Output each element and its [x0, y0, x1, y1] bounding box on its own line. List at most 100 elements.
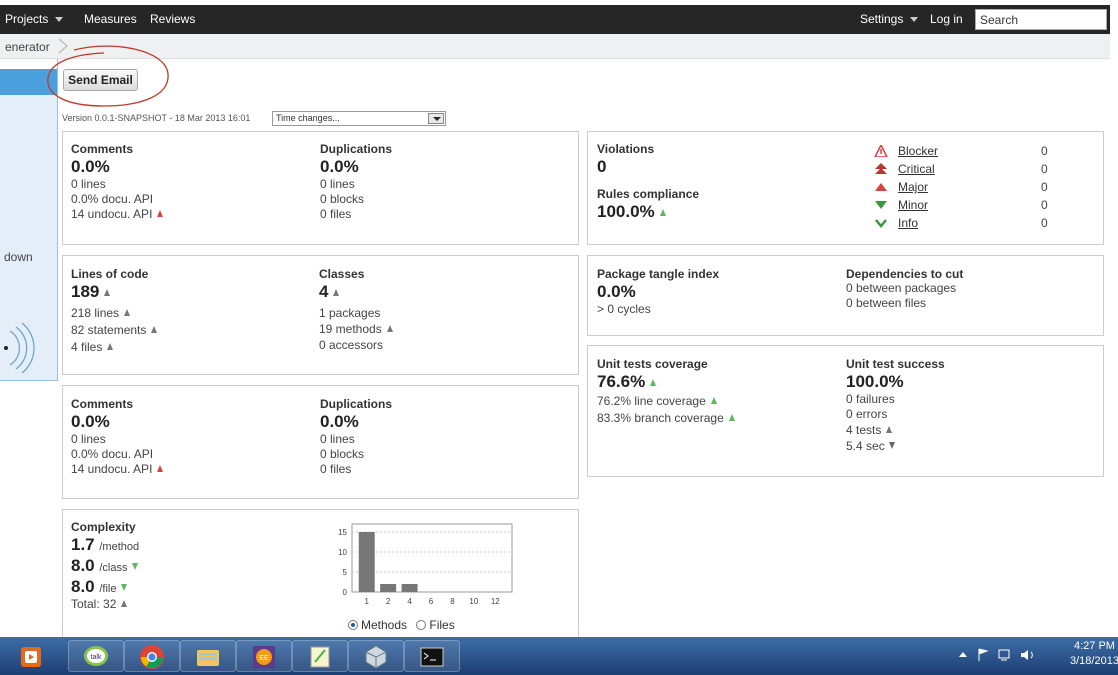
classes-value[interactable]: 4	[319, 282, 393, 302]
duplications-files[interactable]: 0 files	[320, 462, 392, 477]
measures-link[interactable]: Measures	[84, 12, 137, 26]
loc-value[interactable]: 189	[71, 282, 157, 302]
comments-lines[interactable]: 0 lines	[71, 177, 163, 192]
coverage-value[interactable]: 76.6%	[597, 372, 735, 392]
critical-icon	[875, 163, 887, 174]
folder-icon	[197, 650, 219, 666]
login-link[interactable]: Log in	[930, 12, 963, 26]
settings-menu[interactable]: Settings	[860, 12, 919, 26]
comments-value[interactable]: 0.0%	[71, 157, 163, 177]
settings-label: Settings	[860, 12, 904, 26]
time-changes-value: Time changes...	[276, 113, 340, 123]
taskbar-cmd[interactable]	[404, 640, 460, 672]
dropdown-arrow-icon[interactable]	[428, 113, 444, 124]
duplications-blocks[interactable]: 0 blocks	[320, 447, 392, 462]
files-radio[interactable]: Files	[416, 618, 455, 632]
chart-x-tick-label: 8	[450, 597, 455, 606]
comments-docu-api[interactable]: 0.0% docu. API	[71, 192, 163, 207]
severity-row-info[interactable]: Info 0	[874, 215, 1064, 233]
comments-docu-api[interactable]: 0.0% docu. API	[71, 447, 163, 462]
duplications-files[interactable]: 0 files	[320, 207, 392, 222]
blocker-link[interactable]: Blocker	[898, 144, 938, 158]
tangle-value[interactable]: 0.0%	[597, 282, 719, 302]
blocker-icon	[874, 145, 888, 157]
major-link[interactable]: Major	[898, 180, 928, 194]
complexity-per-class[interactable]: 8.0 /class	[71, 556, 139, 576]
breadcrumb-project-link[interactable]: enerator	[5, 40, 50, 54]
blocker-count: 0	[1041, 144, 1048, 158]
top-nav-bar: Projects Measures Reviews Settings Log i…	[0, 5, 1110, 34]
comments-block-2: Comments 0.0% 0 lines 0.0% docu. API 14 …	[71, 397, 164, 477]
taskbar-virtualbox[interactable]	[348, 640, 404, 672]
taskbar-notes[interactable]	[292, 640, 348, 672]
deps-between-files[interactable]: 0 between files	[846, 296, 963, 311]
methods-radio[interactable]: Methods	[348, 618, 407, 632]
comments-value[interactable]: 0.0%	[71, 412, 163, 432]
search-input[interactable]	[975, 9, 1107, 30]
violations-value[interactable]: 0	[597, 157, 699, 177]
test-duration[interactable]: 5.4 sec	[846, 439, 945, 454]
loc-files[interactable]: 4 files	[71, 340, 157, 355]
line-coverage[interactable]: 76.2% line coverage	[597, 394, 735, 409]
statements-text: 82 statements	[71, 323, 147, 337]
chrome-icon	[140, 645, 164, 669]
comments-lines[interactable]: 0 lines	[71, 432, 163, 447]
complexity-per-method[interactable]: 1.7 /method	[71, 535, 139, 555]
taskbar-explorer[interactable]	[180, 640, 236, 672]
files-text: 4 files	[71, 340, 103, 354]
severity-row-minor[interactable]: Minor 0	[874, 197, 1064, 215]
chart-y-tick-label: 5	[343, 568, 348, 577]
duplications-value[interactable]: 0.0%	[320, 412, 392, 432]
branch-coverage[interactable]: 83.3% branch coverage	[597, 411, 735, 426]
tangle-cycles[interactable]: > 0 cycles	[597, 302, 719, 317]
duplications-blocks[interactable]: 0 blocks	[320, 192, 392, 207]
test-success-value[interactable]: 100.0%	[846, 372, 945, 392]
virtualbox-icon	[365, 645, 387, 669]
test-errors[interactable]: 0 errors	[846, 407, 945, 422]
taskbar-clock[interactable]: 4:27 PM 3/18/2013	[1070, 639, 1118, 669]
comments-undocu-api[interactable]: 14 undocu. API	[71, 462, 164, 477]
info-link[interactable]: Info	[898, 216, 918, 230]
classes-packages[interactable]: 1 packages	[319, 306, 393, 321]
duplications-label: Duplications	[320, 397, 393, 411]
minor-link[interactable]: Minor	[898, 198, 928, 212]
taskbar-talk[interactable]: talk	[68, 640, 124, 672]
classes-accessors[interactable]: 0 accessors	[319, 338, 393, 353]
complexity-per-file[interactable]: 8.0 /file	[71, 577, 139, 597]
duplications-lines[interactable]: 0 lines	[320, 432, 392, 447]
send-email-button[interactable]: Send Email	[63, 69, 138, 91]
taskbar-eclipse[interactable]: EE	[236, 640, 292, 672]
projects-menu[interactable]: Projects	[5, 12, 64, 26]
svg-text:talk: talk	[91, 654, 102, 661]
trend-up-icon	[333, 289, 340, 296]
critical-link[interactable]: Critical	[898, 162, 935, 176]
test-failures[interactable]: 0 failures	[846, 392, 945, 407]
reviews-link[interactable]: Reviews	[150, 12, 195, 26]
coverage-label: Unit tests coverage	[597, 357, 708, 371]
classes-methods[interactable]: 19 methods	[319, 322, 393, 337]
package-tangle-widget: Package tangle index 0.0% > 0 cycles Dep…	[587, 255, 1104, 336]
sidebar-active-item[interactable]	[0, 69, 57, 95]
test-count[interactable]: 4 tests	[846, 423, 945, 438]
complexity-total[interactable]: Total: 32	[71, 597, 139, 612]
duplications-value[interactable]: 0.0%	[320, 157, 392, 177]
tray-icons	[959, 648, 1033, 661]
loc-statements[interactable]: 82 statements	[71, 323, 158, 338]
loc-lines[interactable]: 218 lines	[71, 306, 157, 321]
deps-between-packages[interactable]: 0 between packages	[846, 281, 963, 296]
violations-label: Violations	[597, 142, 655, 156]
start-button-icon[interactable]	[8, 643, 58, 670]
sidebar-text[interactable]: down	[4, 250, 33, 264]
severity-row-major[interactable]: Major 0	[874, 179, 1064, 197]
comments-undocu-api[interactable]: 14 undocu. API	[71, 207, 164, 222]
time-changes-select[interactable]: Time changes...	[272, 111, 446, 126]
rules-compliance-value[interactable]: 100.0%	[597, 202, 699, 222]
loc-number: 189	[71, 282, 100, 301]
size-widget: Lines of code 189 218 lines 82 statement…	[62, 255, 579, 375]
severity-row-blocker[interactable]: Blocker 0	[874, 143, 1064, 161]
taskbar-chrome[interactable]	[124, 640, 180, 672]
severity-row-critical[interactable]: Critical 0	[874, 161, 1064, 179]
duplications-lines[interactable]: 0 lines	[320, 177, 392, 192]
system-tray[interactable]	[955, 647, 1045, 666]
branch-coverage-text: 83.3% branch coverage	[597, 411, 724, 425]
